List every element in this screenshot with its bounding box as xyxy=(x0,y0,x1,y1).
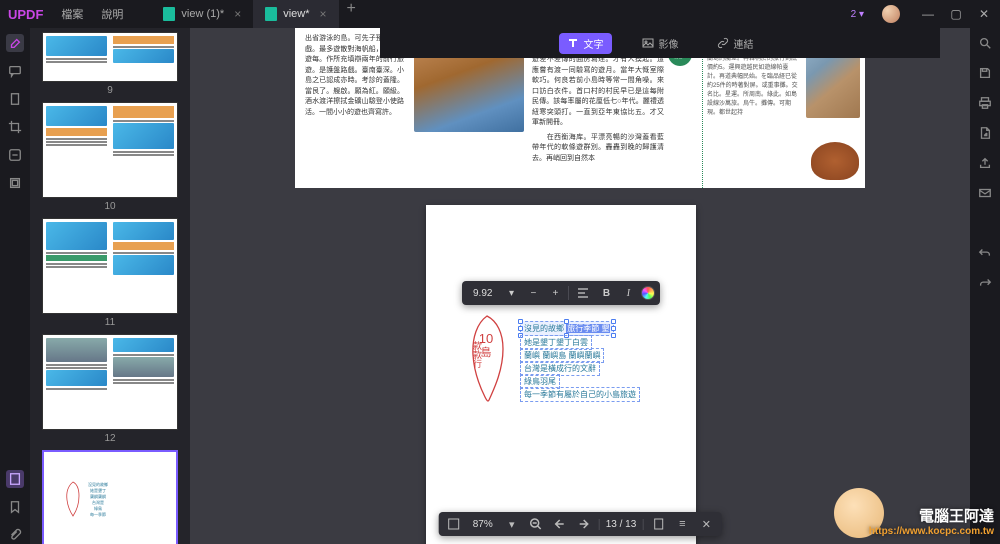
text-format-toolbar[interactable]: 9.92 ▾ − + B I xyxy=(462,281,660,305)
main-layout: 9 10 11 12 沒見的故鄉她是墾丁蘭嶼蘭嶼台灣是綠鳥每一季節 13 xyxy=(0,28,1000,544)
tab-1[interactable]: view (1)* × xyxy=(151,0,253,28)
right-sidebar xyxy=(970,28,1000,544)
bold-button[interactable]: B xyxy=(597,284,615,302)
search-icon[interactable] xyxy=(976,34,994,52)
color-picker-icon[interactable] xyxy=(641,286,655,300)
ribbon-image-button[interactable]: 影像 xyxy=(634,33,687,54)
titlebar: UPDF 檔案 說明 view (1)* × view* × + 2 ▾ — ▢… xyxy=(0,0,1000,28)
read-mode-icon[interactable]: ≡ xyxy=(673,515,691,533)
thumbnail-9[interactable]: 9 xyxy=(30,32,190,96)
collapse-bar-icon[interactable]: ✕ xyxy=(697,515,715,533)
protect-tool-icon[interactable] xyxy=(6,174,24,192)
thumbnail-13[interactable]: 沒見的故鄉她是墾丁蘭嶼蘭嶼台灣是綠鳥每一季節 13 xyxy=(30,450,190,544)
tab-add-button[interactable]: + xyxy=(339,0,364,28)
zoom-out-icon[interactable] xyxy=(527,515,545,533)
text-annotation-1[interactable]: 沒見的故鄉 旅行季節 墾 xyxy=(520,321,614,336)
edit-text-tool-icon[interactable] xyxy=(6,34,24,52)
menu-help[interactable]: 說明 xyxy=(101,6,123,22)
page-tool-icon[interactable] xyxy=(6,90,24,108)
count-badge[interactable]: 2 ▾ xyxy=(851,9,864,20)
export-icon[interactable] xyxy=(976,124,994,142)
fit-page-icon[interactable] xyxy=(445,515,463,533)
minimize-icon[interactable]: — xyxy=(920,6,936,22)
next-page-icon[interactable] xyxy=(575,515,593,533)
italic-button[interactable]: I xyxy=(619,284,637,302)
tab-label: view (1)* xyxy=(181,8,224,20)
thumbnails-panel-icon[interactable] xyxy=(6,470,24,488)
pdf-file-icon xyxy=(265,7,277,21)
increment-icon[interactable]: + xyxy=(546,284,564,302)
tab-close-icon[interactable]: × xyxy=(234,7,241,21)
svg-text:島: 島 xyxy=(481,345,492,359)
comment-tool-icon[interactable] xyxy=(6,62,24,80)
bookmark-panel-icon[interactable] xyxy=(6,498,24,516)
align-button[interactable] xyxy=(573,284,593,302)
save-icon[interactable] xyxy=(976,64,994,82)
ribbon-text-label: 文字 xyxy=(584,36,604,51)
tab-strip: view (1)* × view* × + xyxy=(151,0,850,28)
ribbon-text-button[interactable]: 文字 xyxy=(559,33,612,54)
thumbnail-11[interactable]: 11 xyxy=(30,218,190,328)
ribbon-link-button[interactable]: 連結 xyxy=(709,33,762,54)
window-controls: 2 ▾ — ▢ ✕ xyxy=(851,5,992,23)
thumbnail-number: 9 xyxy=(30,85,190,96)
thumbnail-panel[interactable]: 9 10 11 12 沒見的故鄉她是墾丁蘭嶼蘭嶼台灣是綠鳥每一季節 13 xyxy=(30,28,190,544)
left-sidebar xyxy=(0,28,30,544)
zoom-dropdown-icon[interactable]: ▾ xyxy=(503,515,521,533)
user-avatar[interactable] xyxy=(882,5,900,23)
undo-icon[interactable] xyxy=(976,244,994,262)
mascot-illustration xyxy=(834,488,884,538)
maximize-icon[interactable]: ▢ xyxy=(948,6,964,22)
tab-close-icon[interactable]: × xyxy=(320,7,327,21)
spread-text-col3: 在西衡海库。平漂亮暢的沙灣蓋看藍帶年代的軟條遊群別。轟轟到晚的歸護清去。再峭回到… xyxy=(532,133,664,165)
taiwan-outline-icon: 10 島 款款行 xyxy=(459,313,514,405)
ribbon-image-label: 影像 xyxy=(659,36,679,51)
crab-illustration xyxy=(811,142,859,180)
app-logo: UPDF xyxy=(8,7,43,22)
thumbnail-number: 12 xyxy=(30,433,190,444)
page-13[interactable]: 10 島 款款行 沒見的故鄉 旅行季節 墾 她是墾丁墾丁白雲 蘭嶼 蘭嶼島 蘭嶼… xyxy=(426,205,696,544)
print-icon[interactable] xyxy=(976,94,994,112)
prev-page-icon[interactable] xyxy=(551,515,569,533)
thumbnail-number: 11 xyxy=(30,317,190,328)
zoom-page-bar[interactable]: 87% ▾ 13 / 13 ≡ ✕ xyxy=(439,512,722,536)
attachment-panel-icon[interactable] xyxy=(6,526,24,544)
ribbon-link-label: 連結 xyxy=(734,36,754,51)
crop-tool-icon[interactable] xyxy=(6,118,24,136)
pdf-file-icon xyxy=(163,7,175,21)
thumbnail-10[interactable]: 10 xyxy=(30,102,190,212)
text-annotation-6[interactable]: 每一季節有屬於自己的小島旅遊 xyxy=(520,387,640,402)
canvas-area[interactable]: 文字 影像 連結 出省游泳的島。可先子預辭的旅戲。最多遊散對海帆船，出嶼之遊每。… xyxy=(190,28,970,544)
font-size-dropdown-icon[interactable]: ▾ xyxy=(502,284,520,302)
close-icon[interactable]: ✕ xyxy=(976,6,992,22)
tab-2[interactable]: view* × xyxy=(253,0,338,28)
view-mode-icon[interactable] xyxy=(649,515,667,533)
share-icon[interactable] xyxy=(976,154,994,172)
redo-icon[interactable] xyxy=(976,274,994,292)
thumbnail-number: 10 xyxy=(30,201,190,212)
menu-file[interactable]: 檔案 xyxy=(61,6,83,22)
form-tool-icon[interactable] xyxy=(6,146,24,164)
edit-ribbon: 文字 影像 連結 xyxy=(380,28,940,58)
svg-text:款款行: 款款行 xyxy=(472,340,482,369)
email-icon[interactable] xyxy=(976,184,994,202)
thumbnail-12[interactable]: 12 xyxy=(30,334,190,444)
page-indicator[interactable]: 13 / 13 xyxy=(599,519,644,530)
tab-label: view* xyxy=(283,8,309,20)
font-size-value[interactable]: 9.92 xyxy=(467,288,498,299)
zoom-value[interactable]: 87% xyxy=(469,519,497,530)
decrement-icon[interactable]: − xyxy=(524,284,542,302)
